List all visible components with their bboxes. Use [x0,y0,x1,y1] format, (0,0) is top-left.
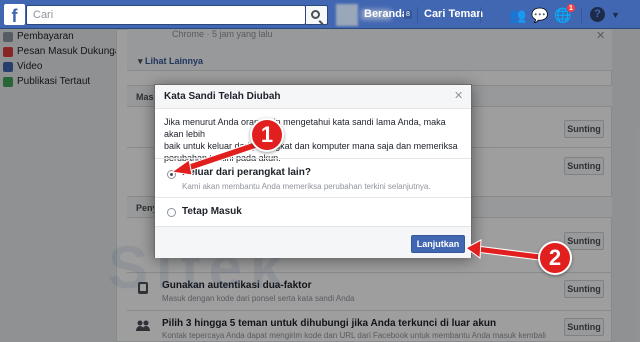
continue-button[interactable]: Lanjutkan [411,235,465,253]
dialog-message: Jika menurut Anda orang lain mengetahui … [164,116,464,164]
top-navigation-bar: f Cari Beranda 8 Cari Teman 👥 💬 🌐 1 ? ▼ [0,0,640,29]
profile-avatar[interactable] [336,4,358,26]
dialog-title: Kata Sandi Telah Diubah [164,91,281,102]
option-log-out-other-devices[interactable]: Keluar dari perangkat lain? Kami akan me… [160,159,466,195]
option-label: Keluar dari perangkat lain? [182,167,311,178]
annotation-badge-2: 2 [538,241,572,275]
nav-home-link[interactable]: Beranda [364,8,408,20]
friends-icon[interactable]: 👥 [509,6,527,24]
help-icon[interactable]: ? [590,7,605,22]
nav-divider [417,7,418,23]
option-stay-logged-in[interactable]: Tetap Masuk [160,199,466,223]
dialog-header: Kata Sandi Telah Diubah ✕ [155,85,471,109]
dialog-divider [155,197,471,198]
annotation-badge-1: 1 [250,118,284,152]
radio-log-out-other-devices[interactable] [167,170,176,179]
search-icon [311,10,320,19]
option-label: Tetap Masuk [182,206,242,217]
home-count-badge: 8 [404,10,412,19]
close-icon[interactable]: ✕ [454,89,463,102]
facebook-logo[interactable]: f [4,4,25,25]
search-input[interactable]: Cari [26,5,306,25]
dialog-message-line: baik untuk keluar dari perangkat dan kom… [164,141,458,151]
messages-icon[interactable]: 💬 [531,6,549,24]
search-button[interactable] [306,5,328,25]
radio-stay-logged-in[interactable] [167,208,176,217]
dialog-footer: Lanjutkan [155,226,471,258]
nav-divider [480,7,481,23]
dialog-message-line: Jika menurut Anda orang lain mengetahui … [164,117,446,139]
chevron-down-icon[interactable]: ▼ [611,10,620,20]
option-description: Kami akan membantu Anda memeriksa peruba… [182,182,431,191]
password-changed-dialog: Kata Sandi Telah Diubah ✕ Jika menurut A… [154,84,472,258]
notification-count-badge: 1 [566,3,576,13]
nav-find-friends-link[interactable]: Cari Teman [424,8,483,20]
nav-divider [581,7,582,23]
